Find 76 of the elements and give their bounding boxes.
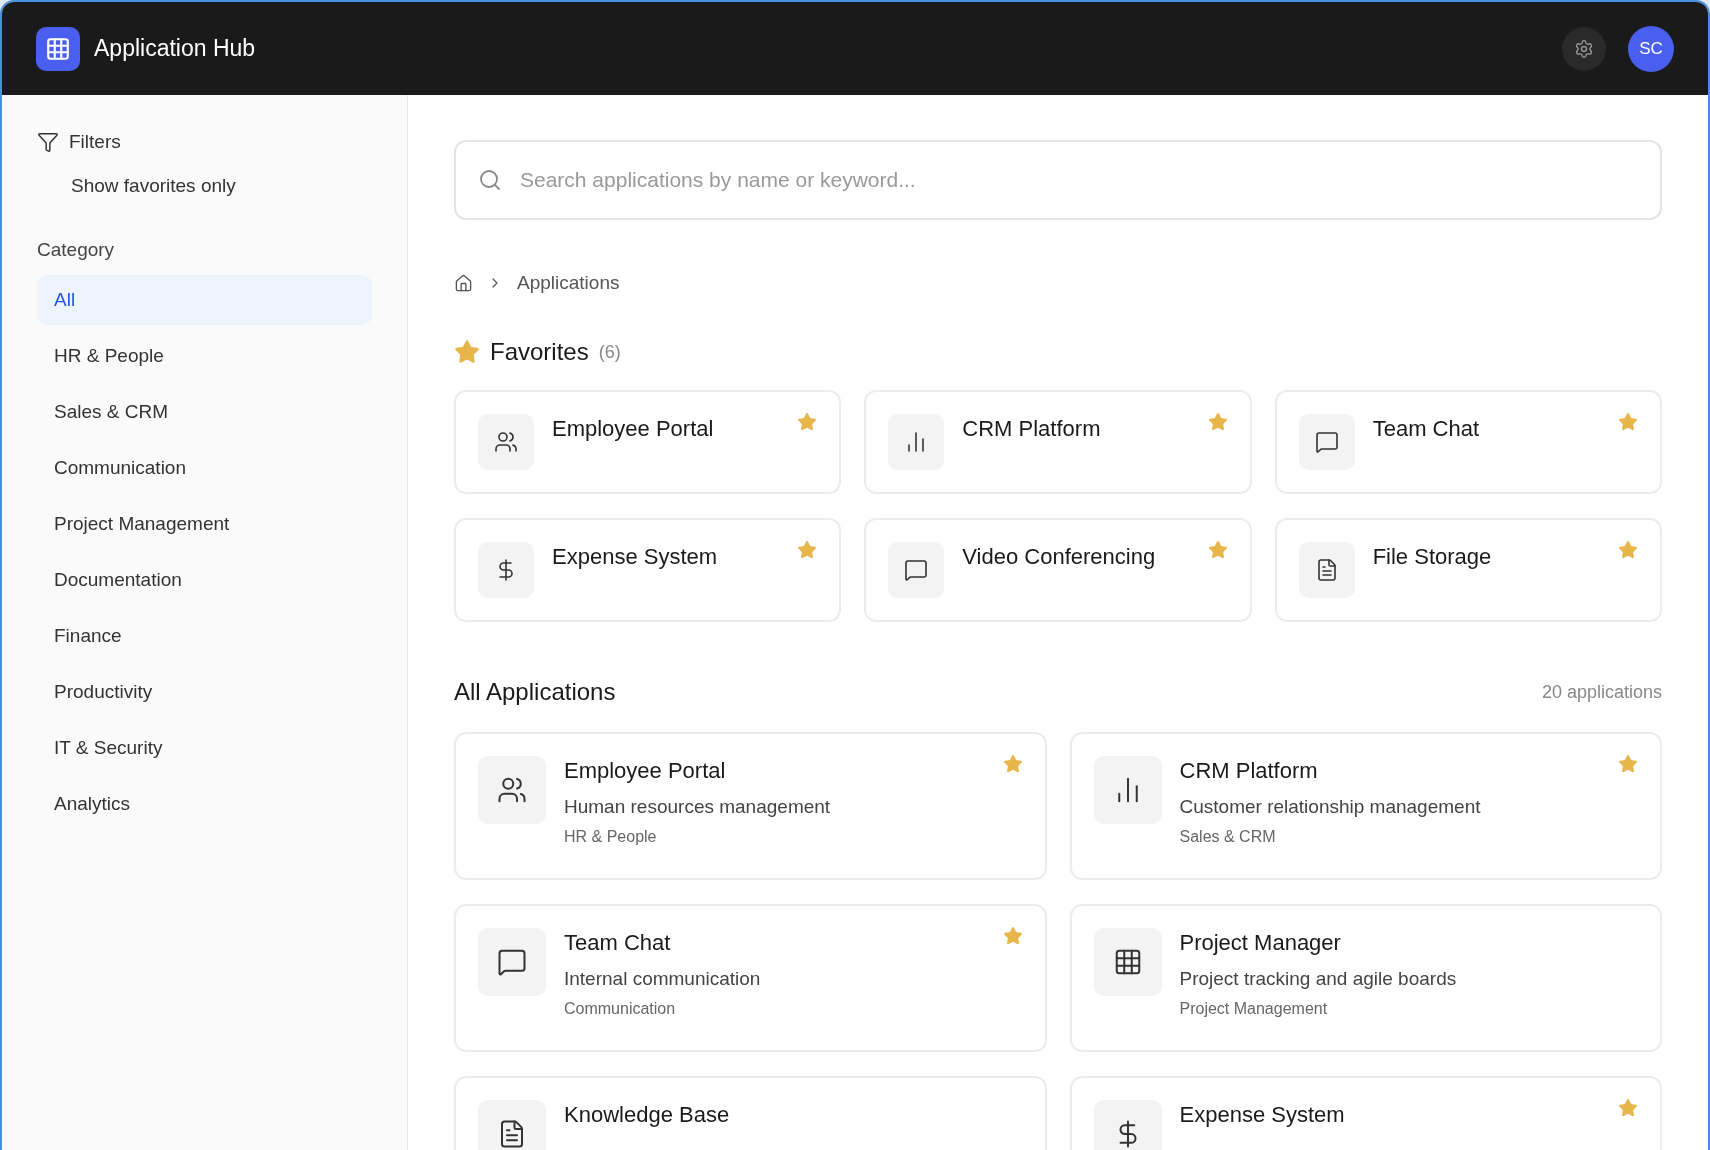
favorites-count: (6) bbox=[598, 341, 621, 363]
search-field[interactable]: Search applications by name or keyword... bbox=[454, 140, 1662, 220]
app-card[interactable]: Team Chat Internal communication Communication bbox=[454, 904, 1047, 1052]
category-item[interactable]: Documentation bbox=[37, 555, 372, 605]
app-name: CRM Platform bbox=[962, 416, 1101, 442]
app-description: Customer relationship management bbox=[1179, 796, 1481, 818]
favorite-star-button[interactable] bbox=[1002, 754, 1023, 774]
users-icon bbox=[494, 430, 518, 454]
favorite-star-button[interactable] bbox=[1207, 540, 1228, 560]
app-name: CRM Platform bbox=[1179, 758, 1319, 784]
favorite-app-card[interactable]: Team Chat bbox=[1274, 390, 1662, 494]
app-card[interactable]: Project Manager Project tracking and agile boards Project Management bbox=[1069, 904, 1662, 1052]
filters-label: Filters bbox=[69, 131, 121, 153]
app-count: 20 applications bbox=[1541, 681, 1662, 703]
app-description: Internal communication bbox=[564, 968, 761, 990]
gear-icon bbox=[1574, 38, 1594, 59]
favorite-star-button[interactable] bbox=[1618, 540, 1638, 560]
app-category: Communication bbox=[564, 1000, 677, 1018]
chat-bubble-icon bbox=[497, 947, 527, 977]
breadcrumb-item: Applications bbox=[517, 272, 620, 294]
app-description: Human resources management bbox=[564, 796, 831, 818]
favorite-app-card[interactable]: CRM Platform bbox=[864, 390, 1252, 494]
favorite-star-button[interactable] bbox=[797, 540, 818, 560]
app-name: Project Manager bbox=[1179, 930, 1342, 956]
app-name: Knowledge Base bbox=[564, 1102, 730, 1128]
favorites-filter-option[interactable]: Show favorites only bbox=[71, 175, 372, 197]
category-item[interactable]: IT & Security bbox=[37, 723, 372, 773]
app-name: Team Chat bbox=[564, 930, 672, 956]
favorite-star-button[interactable] bbox=[1002, 926, 1023, 946]
filter-icon bbox=[37, 131, 59, 153]
star-icon bbox=[454, 339, 480, 365]
app-name: Team Chat bbox=[1372, 416, 1480, 442]
app-name: Expense System bbox=[552, 544, 718, 570]
category-item[interactable]: Productivity bbox=[37, 667, 372, 717]
favorite-app-card[interactable]: Video Conferencing bbox=[864, 518, 1252, 622]
home-icon[interactable] bbox=[454, 273, 473, 293]
category-item[interactable]: HR & People bbox=[37, 331, 372, 381]
app-category: Project Management bbox=[1179, 1000, 1329, 1018]
settings-button[interactable] bbox=[1562, 26, 1606, 71]
chat-bubble-icon bbox=[904, 558, 929, 582]
search-input[interactable]: Search applications by name or keyword... bbox=[518, 167, 1638, 193]
section-title: Favorites bbox=[490, 338, 589, 366]
app-name: Expense System bbox=[1179, 1102, 1345, 1128]
chat-bubble-icon bbox=[1314, 430, 1339, 454]
app-title: Application Hub bbox=[94, 35, 257, 62]
section-title: All Applications bbox=[454, 678, 616, 706]
app-description: Project tracking and agile boards bbox=[1179, 968, 1457, 990]
app-name: Video Conferencing bbox=[962, 544, 1156, 570]
app-category: Sales & CRM bbox=[1179, 828, 1277, 846]
users-icon bbox=[497, 775, 527, 805]
app-logo-icon bbox=[36, 26, 80, 71]
search-icon bbox=[478, 168, 502, 192]
app-name: File Storage bbox=[1372, 544, 1492, 570]
app-card[interactable]: Employee Portal Human resources management HR & People bbox=[454, 732, 1047, 880]
app-name: Employee Portal bbox=[552, 416, 714, 442]
favorite-star-button[interactable] bbox=[797, 412, 818, 432]
favorite-star-button[interactable] bbox=[1618, 754, 1638, 774]
user-avatar[interactable]: SC bbox=[1628, 25, 1674, 72]
favorite-app-card[interactable]: Employee Portal bbox=[454, 390, 842, 494]
category-item[interactable]: Project Management bbox=[37, 499, 372, 549]
favorite-star-button[interactable] bbox=[1207, 412, 1228, 432]
category-label: Category bbox=[37, 239, 116, 261]
app-category: HR & People bbox=[564, 828, 658, 846]
favorite-app-card[interactable]: Expense System bbox=[454, 518, 842, 622]
favorite-star-button[interactable] bbox=[1618, 412, 1638, 432]
favorite-app-card[interactable]: File Storage bbox=[1274, 518, 1662, 622]
category-item[interactable]: Finance bbox=[37, 611, 372, 661]
app-card[interactable]: Knowledge Base bbox=[454, 1076, 1047, 1150]
app-name: Employee Portal bbox=[564, 758, 727, 784]
category-item[interactable]: Analytics bbox=[37, 779, 372, 829]
app-card[interactable]: Expense System bbox=[1069, 1076, 1662, 1150]
category-item[interactable]: Sales & CRM bbox=[37, 387, 372, 437]
category-item[interactable]: All bbox=[37, 275, 372, 325]
app-card[interactable]: CRM Platform Customer relationship management Sales & CRM bbox=[1069, 732, 1662, 880]
category-item[interactable]: Communication bbox=[37, 443, 372, 493]
favorite-star-button[interactable] bbox=[1618, 1098, 1638, 1118]
